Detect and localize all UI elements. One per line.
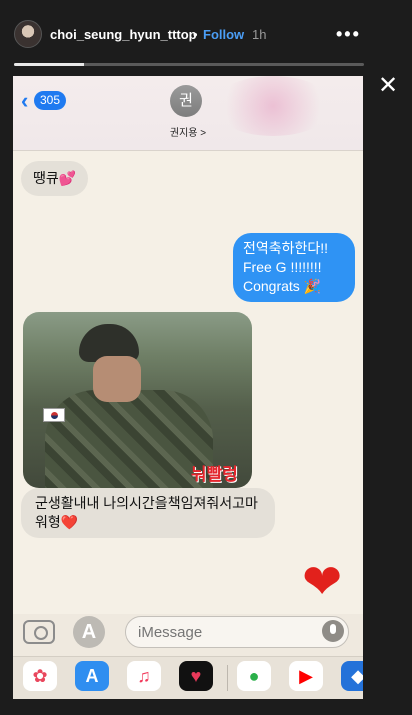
story-viewer: choi_seung_hyun_tttop • Follow 1h ••• ✕ … <box>0 0 412 715</box>
contact-name[interactable]: 권지용 > <box>13 124 363 139</box>
photos-icon[interactable]: ✿ <box>23 661 57 691</box>
more-options-icon[interactable]: ••• <box>336 24 361 45</box>
separator-dot: • <box>193 27 198 42</box>
username[interactable]: choi_seung_hyun_tttop <box>50 27 197 42</box>
green-app-icon[interactable]: ● <box>237 661 271 691</box>
camera-icon[interactable] <box>23 620 55 644</box>
messages-nav-bar: ‹ 305 권 권지용 > <box>13 76 363 151</box>
photo-caption: 눠빨렁 <box>191 465 238 484</box>
follow-button[interactable]: Follow <box>203 27 244 42</box>
microphone-icon[interactable] <box>322 620 344 642</box>
heart-app-icon[interactable]: ♥ <box>179 661 213 691</box>
photo-soldier-hands <box>93 356 141 402</box>
appstore-icon[interactable]: A <box>75 661 109 691</box>
post-time: 1h <box>252 27 267 42</box>
story-progress-bar <box>14 63 364 66</box>
outgoing-message: 전역축하한다!! Free G !!!!!!!! Congrats 🎉 <box>233 233 355 302</box>
close-icon[interactable]: ✕ <box>378 74 398 98</box>
incoming-message: 군생활내내 나의시간을책임져줘서고마워형❤️ <box>21 488 275 538</box>
story-progress-fill <box>14 63 84 66</box>
contact-avatar[interactable]: 권 <box>170 85 202 117</box>
heart-emoji-message: ❤ <box>302 556 343 609</box>
dropbox-icon[interactable]: ◆ <box>341 661 363 691</box>
drawer-divider <box>227 665 228 691</box>
incoming-message: 땡큐💕 <box>21 161 89 196</box>
photo-message[interactable]: 눠빨렁 <box>23 312 252 488</box>
korean-flag-patch-icon <box>43 408 65 422</box>
messages-screenshot: ‹ 305 권 권지용 > 땡큐💕 전역축하한다!! Free G !!!!!!… <box>13 76 363 699</box>
story-header: choi_seung_hyun_tttop • Follow 1h ••• <box>0 0 412 66</box>
back-chevron-icon[interactable]: ‹ <box>21 90 28 112</box>
app-drawer: ✿ A ♫ ♥ ● ▶ ◆ <box>13 656 363 699</box>
outgoing-message-text: 전역축하한다!! Free G !!!!!!!! Congrats 🎉 <box>243 240 329 294</box>
imessage-input[interactable] <box>125 616 349 648</box>
photo-soldier-body <box>45 390 213 488</box>
youtube-icon[interactable]: ▶ <box>289 661 323 691</box>
app-store-button[interactable]: A <box>73 616 105 648</box>
unread-badge[interactable]: 305 <box>34 91 67 110</box>
music-icon[interactable]: ♫ <box>127 661 161 691</box>
compose-bar: A <box>13 614 363 656</box>
avatar[interactable] <box>14 20 42 48</box>
